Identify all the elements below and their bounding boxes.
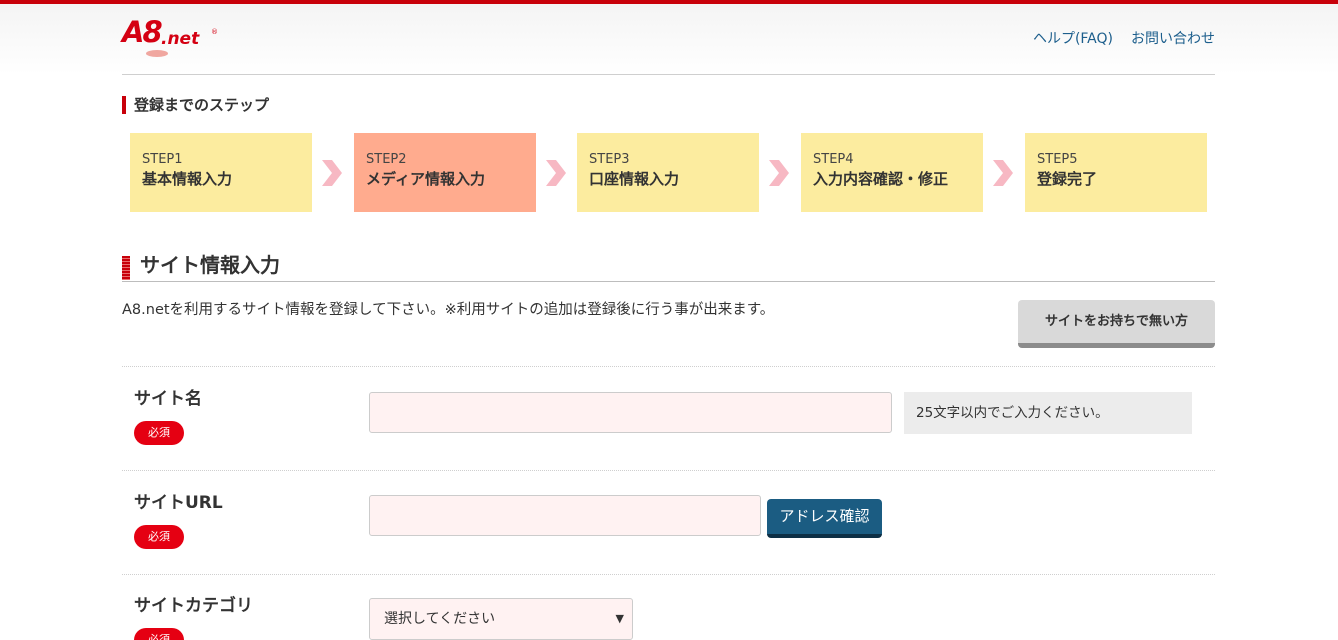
row-divider [122, 470, 1215, 471]
step-5: STEP5 登録完了 [1025, 133, 1207, 212]
site-name-hint: 25文字以内でご入力ください。 [904, 392, 1192, 434]
step-label: メディア情報入力 [366, 170, 485, 188]
address-check-button[interactable]: アドレス確認 [767, 499, 882, 538]
step-1: STEP1 基本情報入力 [130, 133, 312, 212]
section-title: サイト情報入力 [140, 253, 280, 277]
step-label: 基本情報入力 [142, 170, 233, 188]
step-number: STEP1 [142, 152, 183, 167]
row-divider [122, 574, 1215, 575]
section-header: サイト情報入力 [122, 253, 1215, 282]
chevron-right-icon [769, 160, 789, 186]
select-value: 選択してください [384, 611, 496, 627]
step-label: 入力内容確認・修正 [813, 170, 949, 188]
site-name-label: サイト名 [134, 389, 202, 409]
help-faq-link[interactable]: ヘルプ(FAQ) [1033, 28, 1113, 48]
chevron-right-icon [546, 160, 566, 186]
logo-oval-icon [146, 50, 168, 57]
a8net-logo[interactable]: A8 .net ® [122, 14, 222, 58]
contact-link[interactable]: お問い合わせ [1131, 28, 1215, 48]
site-name-input[interactable] [369, 392, 892, 433]
logo-registered-mark: ® [211, 28, 218, 36]
header-links: ヘルプ(FAQ) お問い合わせ [1033, 28, 1215, 48]
site-category-label: サイトカテゴリ [134, 596, 253, 616]
site-url-input[interactable] [369, 495, 761, 536]
step-3: STEP3 口座情報入力 [577, 133, 759, 212]
step-4: STEP4 入力内容確認・修正 [801, 133, 983, 212]
required-badge: 必須 [134, 421, 184, 445]
required-badge: 必須 [134, 628, 184, 640]
steps-heading: 登録までのステップ [122, 96, 269, 114]
step-number: STEP2 [366, 152, 407, 167]
step-2: STEP2 メディア情報入力 [354, 133, 536, 212]
step-number: STEP3 [589, 152, 630, 167]
section-marker [122, 256, 130, 280]
page-container: A8 .net ® ヘルプ(FAQ) お問い合わせ 登録までのステップ STEP… [122, 0, 1215, 640]
step-number: STEP5 [1037, 152, 1078, 167]
chevron-right-icon [993, 160, 1013, 186]
row-divider [122, 366, 1215, 367]
intro-text: A8.netを利用するサイト情報を登録して下さい。※利用サイトの追加は登録後に行… [122, 302, 775, 318]
step-number: STEP4 [813, 152, 854, 167]
caret-down-icon: ▼ [615, 612, 624, 625]
required-badge: 必須 [134, 525, 184, 549]
no-site-button[interactable]: サイトをお持ちで無い方 [1018, 300, 1215, 348]
header-divider [122, 74, 1215, 75]
step-label: 登録完了 [1037, 170, 1098, 188]
site-url-label: サイトURL [134, 493, 223, 513]
step-label: 口座情報入力 [589, 170, 680, 188]
site-category-select[interactable]: 選択してください ▼ [369, 598, 633, 640]
step-indicator: STEP1 基本情報入力 STEP2 メディア情報入力 STEP3 口座情報入力… [130, 133, 1207, 212]
chevron-right-icon [322, 160, 342, 186]
logo-text-sub: .net [161, 29, 200, 49]
logo-text-main: A8 [122, 15, 163, 49]
